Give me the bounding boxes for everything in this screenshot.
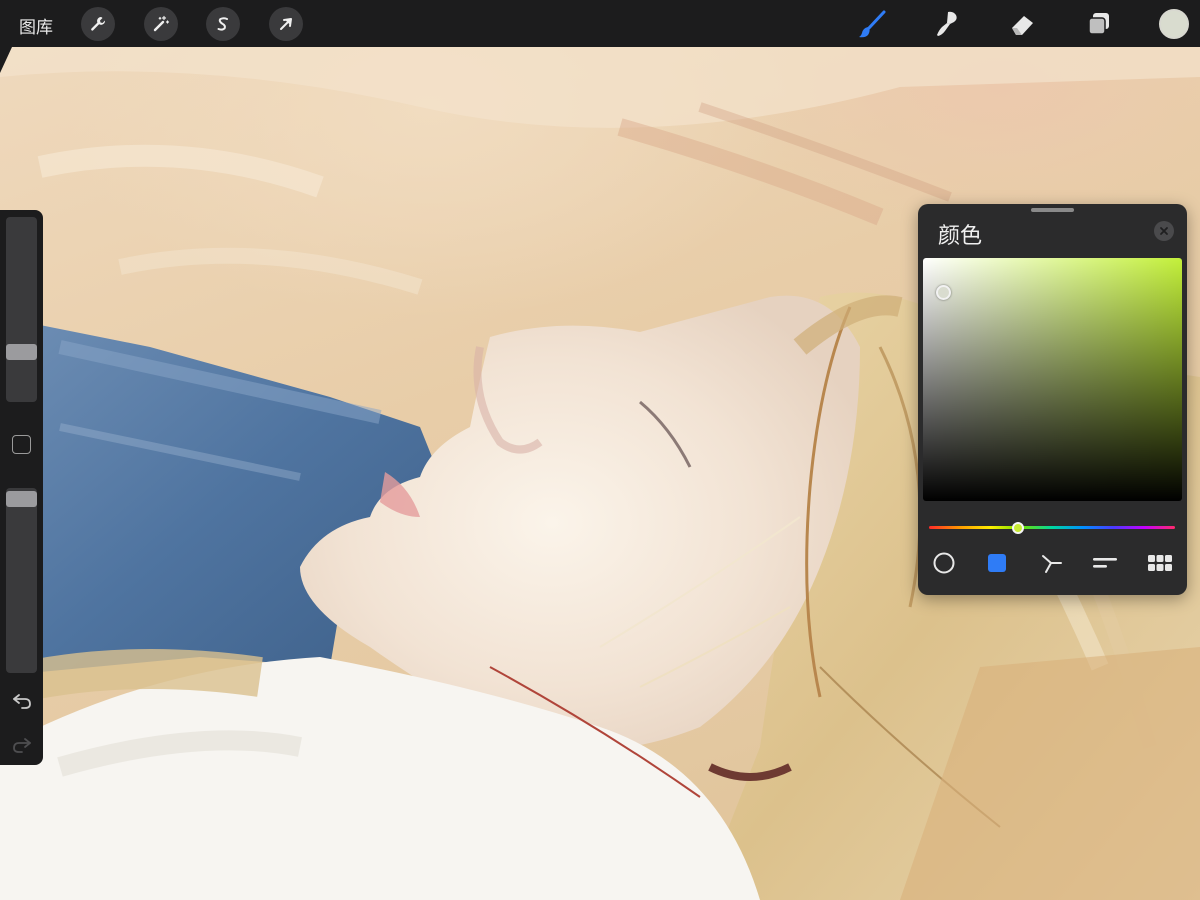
transform-button[interactable] [269,7,303,41]
transform-arrow-icon [280,18,292,30]
eraser-icon [1012,16,1033,35]
selection-button[interactable] [206,7,240,41]
brush-size-slider[interactable] [6,217,37,402]
redo-arrow-icon[interactable] [11,733,33,755]
hue-slider-knob[interactable] [1012,522,1024,534]
magic-wand-icon [153,15,170,32]
panel-grabber[interactable] [1031,208,1074,212]
disc-mode-icon [933,552,955,574]
close-panel-button[interactable] [1154,221,1174,241]
brush-size-thumb[interactable] [6,343,37,360]
layers-icon [1088,13,1109,35]
harmony-mode-button[interactable] [1038,552,1066,574]
color-picker-knob[interactable] [936,285,951,300]
brush-icon [859,10,886,38]
opacity-slider[interactable] [6,488,37,673]
left-sidebar [0,210,43,765]
hue-slider[interactable] [929,526,1175,529]
eraser-tool-button[interactable] [1007,8,1039,40]
gallery-button[interactable]: 图库 [19,13,53,38]
color-panel: 颜色 [918,204,1187,595]
value-mode-button[interactable] [1091,552,1119,574]
palettes-grid-icon [1148,555,1172,571]
adjustments-button[interactable] [144,7,178,41]
panel-title: 颜色 [938,224,983,249]
opacity-thumb[interactable] [6,491,37,508]
smudge-tool-button[interactable] [931,8,963,40]
classic-square-icon [988,554,1006,572]
modify-button[interactable] [12,435,31,454]
canvas-corner [0,47,12,73]
wrench-icon [91,17,106,31]
close-icon [1160,227,1168,235]
disc-mode-button[interactable] [930,552,958,574]
value-sliders-icon [1093,558,1117,568]
undo-arrow-icon[interactable] [11,689,33,711]
palettes-mode-button[interactable] [1146,552,1174,574]
actions-button[interactable] [81,7,115,41]
smudge-icon [937,11,957,36]
top-toolbar: 图库 [0,0,1200,47]
current-color-swatch[interactable] [1159,9,1189,39]
paint-tool-button[interactable] [856,8,888,40]
classic-mode-button[interactable] [983,552,1011,574]
layers-button[interactable] [1083,8,1115,40]
selection-s-icon [217,17,228,31]
saturation-brightness-square[interactable] [923,258,1182,501]
harmony-icon [1042,555,1062,573]
